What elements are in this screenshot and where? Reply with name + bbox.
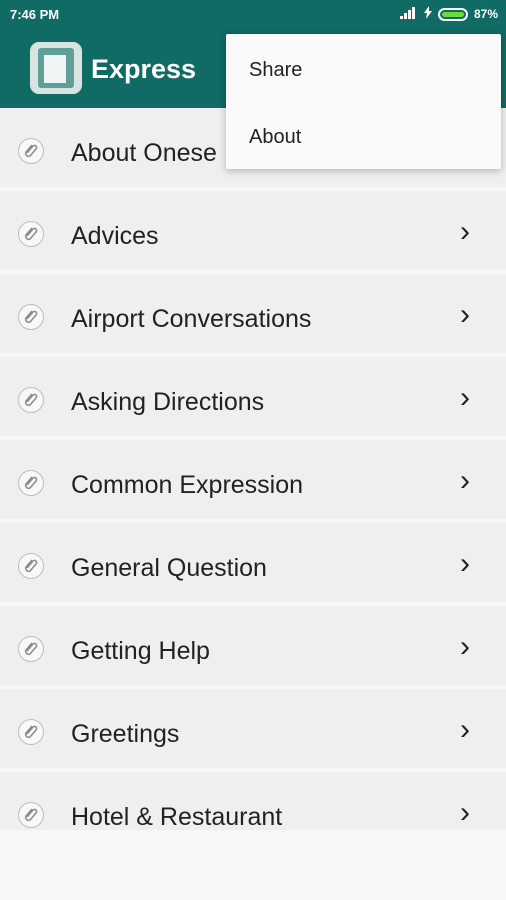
list-item-label: Common Expression bbox=[71, 471, 304, 499]
chevron-right-icon: › bbox=[460, 215, 470, 248]
list-item[interactable]: Greetings › bbox=[0, 689, 506, 768]
paperclip-icon bbox=[18, 221, 44, 247]
list-item-label: About Onese bbox=[71, 139, 217, 167]
charging-icon bbox=[423, 6, 432, 22]
list-item-label: Asking Directions bbox=[71, 388, 265, 416]
list-item[interactable]: Airport Conversations › bbox=[0, 274, 506, 353]
paperclip-icon bbox=[18, 802, 44, 828]
list-item[interactable]: General Question › bbox=[0, 523, 506, 602]
overflow-menu: Share About bbox=[226, 34, 501, 169]
list-item-label: Airport Conversations bbox=[71, 305, 312, 333]
list-item-label: Greetings bbox=[71, 720, 180, 748]
status-icons: 87% bbox=[399, 6, 498, 22]
list-item[interactable]: Getting Help › bbox=[0, 606, 506, 685]
list-item-label: Getting Help bbox=[71, 637, 210, 665]
list-item[interactable]: Asking Directions › bbox=[0, 357, 506, 436]
status-bar: 7:46 PM 87% bbox=[0, 0, 506, 30]
status-time: 7:46 PM bbox=[10, 7, 60, 22]
chevron-right-icon: › bbox=[460, 381, 470, 414]
topic-list: About Onese Advices › Airport Conversati… bbox=[0, 108, 506, 855]
book-icon bbox=[30, 42, 82, 94]
list-item-label: General Question bbox=[71, 554, 267, 582]
list-item-label: Hotel & Restaurant bbox=[71, 803, 283, 831]
chevron-right-icon: › bbox=[460, 298, 470, 331]
paperclip-icon bbox=[18, 138, 44, 164]
chevron-right-icon: › bbox=[460, 630, 470, 663]
paperclip-icon bbox=[18, 553, 44, 579]
paperclip-icon bbox=[18, 304, 44, 330]
chevron-right-icon: › bbox=[460, 796, 470, 829]
chevron-right-icon: › bbox=[460, 547, 470, 580]
menu-item-about[interactable]: About bbox=[249, 126, 301, 149]
chevron-right-icon: › bbox=[460, 464, 470, 497]
chevron-right-icon: › bbox=[460, 713, 470, 746]
bottom-area bbox=[0, 830, 506, 900]
paperclip-icon bbox=[18, 470, 44, 496]
list-item[interactable]: Advices › bbox=[0, 191, 506, 270]
battery-percent: 87% bbox=[473, 7, 498, 21]
list-item[interactable]: Common Expression › bbox=[0, 440, 506, 519]
list-item-label: Advices bbox=[71, 222, 159, 250]
signal-icon bbox=[399, 6, 418, 22]
paperclip-icon bbox=[18, 719, 44, 745]
battery-icon bbox=[437, 7, 468, 21]
paperclip-icon bbox=[18, 387, 44, 413]
paperclip-icon bbox=[18, 636, 44, 662]
menu-item-share[interactable]: Share bbox=[249, 59, 302, 82]
app-title: Express bbox=[91, 54, 197, 84]
